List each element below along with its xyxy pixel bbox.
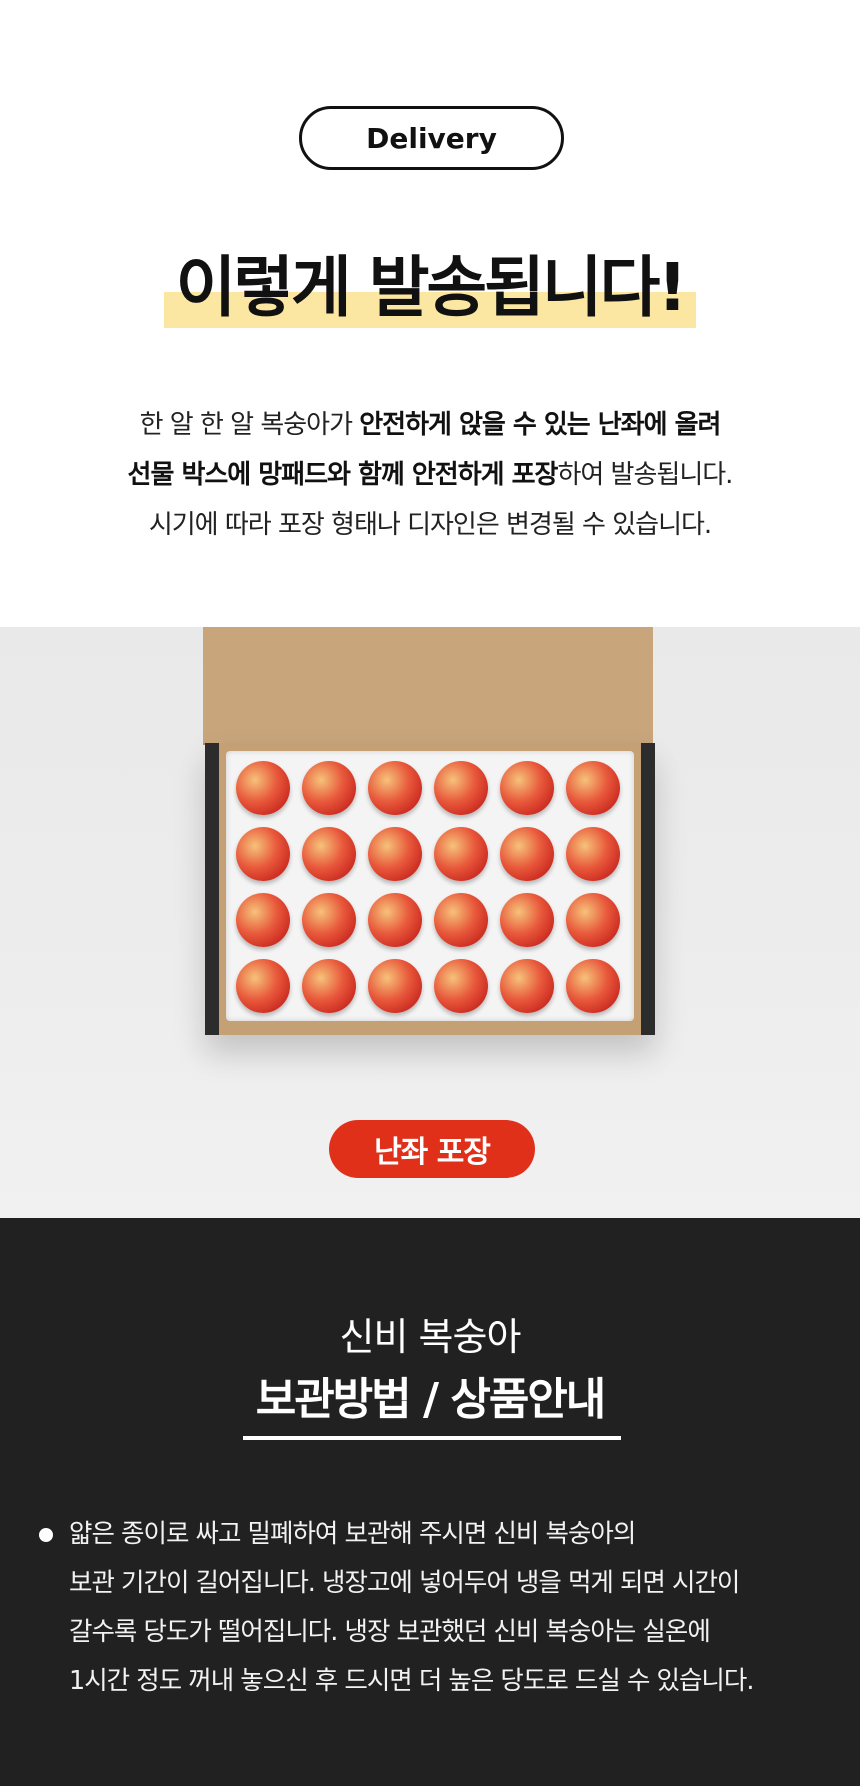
storage-body: 얇은 종이로 싸고 밀폐하여 보관해 주시면 신비 복숭아의 보관 기간이 길어… — [69, 1510, 859, 1706]
peach — [236, 761, 290, 815]
storage-line: 갈수록 당도가 떨어집니다. 냉장 보관했던 신비 복숭아는 실온에 — [69, 1617, 711, 1647]
peach — [500, 761, 554, 815]
storage-info-section: 신비 복숭아 보관방법 / 상품안내 얇은 종이로 싸고 밀폐하여 보관해 주시… — [0, 1218, 860, 1786]
peach — [302, 959, 356, 1013]
desc-line-1: 한 알 한 알 복숭아가 안전하게 앉을 수 있는 난좌에 올려 — [0, 400, 860, 450]
peach — [434, 959, 488, 1013]
storage-title: 보관방법 / 상품안내 — [255, 1374, 607, 1425]
peach-tray — [226, 751, 634, 1021]
peach — [434, 893, 488, 947]
headline-text: 이렇게 발송됩니다! — [175, 249, 688, 326]
storage-subtitle: 신비 복숭아 — [339, 1315, 522, 1359]
packaging-photo: 난좌 포장 — [0, 627, 860, 1218]
peach — [500, 959, 554, 1013]
delivery-description: 한 알 한 알 복숭아가 안전하게 앉을 수 있는 난좌에 올려 선물 박스에 … — [0, 400, 860, 550]
storage-line: 보관 기간이 길어집니다. 냉장고에 넣어두어 냉을 먹게 되면 시간이 — [69, 1568, 740, 1598]
desc-line-2-normal: 하여 발송됩니다. — [557, 460, 733, 490]
peach — [236, 827, 290, 881]
peach — [302, 893, 356, 947]
peach — [302, 827, 356, 881]
peach — [566, 827, 620, 881]
peach — [566, 761, 620, 815]
peach — [434, 827, 488, 881]
delivery-intro-section: Delivery 이렇게 발송됩니다! 한 알 한 알 복숭아가 안전하게 앉을… — [0, 0, 860, 627]
desc-line-1-bold: 안전하게 앉을 수 있는 난좌에 올려 — [359, 410, 721, 440]
headline-wrap: 이렇게 발송됩니다! — [0, 240, 860, 336]
peach — [302, 761, 356, 815]
title-underline — [243, 1436, 621, 1440]
packaging-badge: 난좌 포장 — [329, 1120, 535, 1178]
peach — [236, 893, 290, 947]
box-side-right — [641, 743, 655, 1035]
headline: 이렇게 발송됩니다! — [163, 240, 697, 336]
box-side-left — [205, 743, 219, 1035]
desc-line-2: 선물 박스에 망패드와 함께 안전하게 포장하여 발송됩니다. — [0, 450, 860, 500]
peach — [368, 959, 422, 1013]
storage-line: 얇은 종이로 싸고 밀폐하여 보관해 주시면 신비 복숭아의 — [69, 1519, 636, 1549]
peach — [434, 761, 488, 815]
peach — [368, 893, 422, 947]
peach — [236, 959, 290, 1013]
peach — [500, 893, 554, 947]
box-lid — [203, 627, 653, 745]
peach — [368, 761, 422, 815]
delivery-pill-label: Delivery — [299, 106, 564, 170]
peach — [368, 827, 422, 881]
storage-line: 1시간 정도 꺼내 놓으신 후 드시면 더 높은 당도로 드실 수 있습니다. — [69, 1666, 754, 1696]
desc-line-3: 시기에 따라 포장 형태나 디자인은 변경될 수 있습니다. — [148, 510, 712, 540]
peach — [566, 893, 620, 947]
desc-line-2-bold: 선물 박스에 망패드와 함께 안전하게 포장 — [127, 460, 559, 490]
desc-line-1-normal: 한 알 한 알 복숭아가 — [139, 410, 360, 440]
peach — [566, 959, 620, 1013]
bullet-dot — [39, 1528, 53, 1542]
peach — [500, 827, 554, 881]
